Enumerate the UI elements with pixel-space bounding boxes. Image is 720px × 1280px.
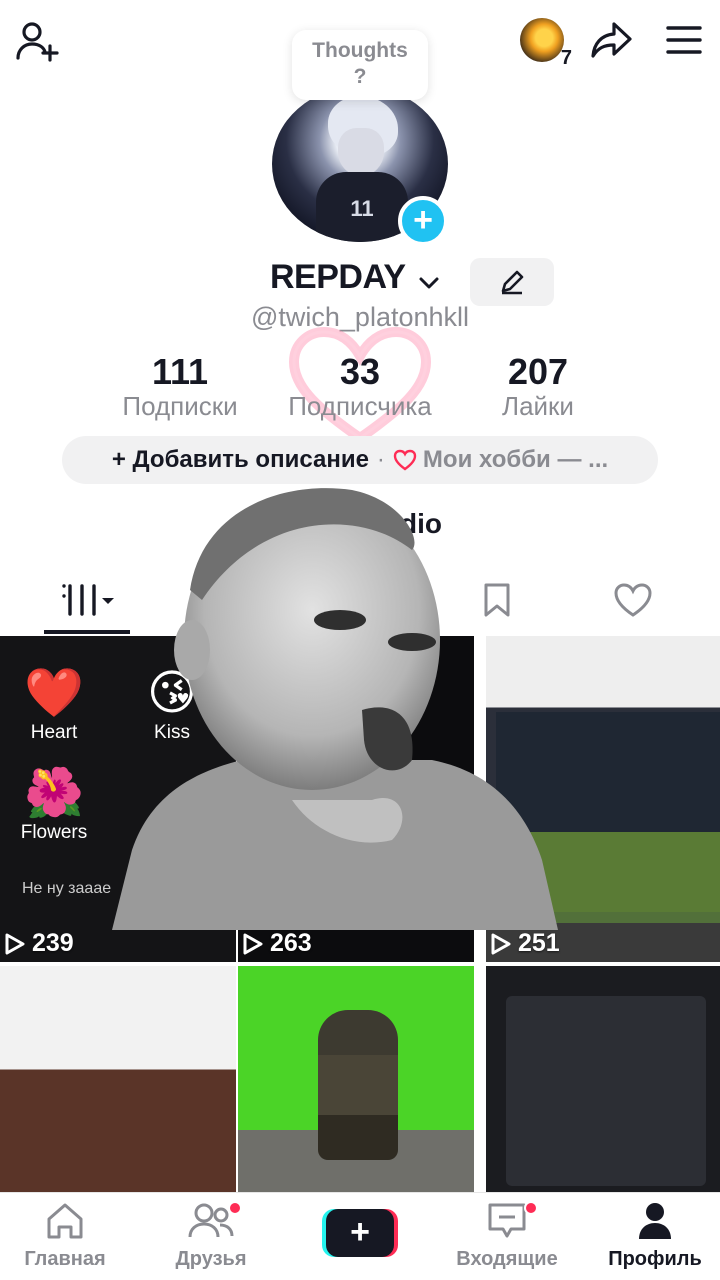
- video-thumbnail[interactable]: [238, 966, 474, 1196]
- emoji-sticker-heart: ❤️ Heart: [16, 666, 92, 744]
- play-icon: [5, 933, 25, 954]
- notification-dot: [524, 1201, 538, 1215]
- edit-profile-button[interactable]: [470, 258, 554, 306]
- stats-row: 111 Подписки 33 Подписчика 207 Лайки: [0, 352, 720, 422]
- thumbnail-figure: [318, 1010, 398, 1160]
- nav-inbox[interactable]: Входящие: [442, 1201, 572, 1271]
- heart-icon: [614, 583, 652, 617]
- video-caption: Не ну зааае: [22, 880, 112, 897]
- view-count-value: 239: [32, 929, 74, 957]
- nav-label: Входящие: [456, 1248, 558, 1270]
- video-thumbnail[interactable]: [486, 966, 720, 1196]
- avatar-jersey: 11: [316, 172, 408, 242]
- stat-value: 111: [151, 351, 209, 392]
- stat-likes[interactable]: 207 Лайки: [438, 351, 638, 421]
- share-icon[interactable]: [586, 16, 638, 64]
- nav-label: Главная: [24, 1248, 106, 1270]
- stat-label: Подписки: [122, 391, 238, 421]
- stat-value: 33: [339, 351, 381, 392]
- emoji-label: Flowers: [20, 822, 88, 843]
- plus-icon: +: [326, 1209, 394, 1257]
- profile-handle: @twich_platonhkll: [250, 302, 470, 332]
- coin-image: [520, 18, 564, 62]
- name-row: REPDAY: [0, 258, 720, 308]
- tab-liked[interactable]: [606, 570, 660, 630]
- nav-profile[interactable]: Профиль: [590, 1201, 720, 1271]
- video-thumbnail[interactable]: [0, 966, 236, 1196]
- home-icon: [47, 1203, 83, 1239]
- nav-label: Профиль: [608, 1248, 702, 1270]
- nav-home[interactable]: Главная: [0, 1201, 130, 1271]
- bottom-nav: Главная Друзья + Входящие Профиль: [0, 1192, 720, 1280]
- pencil-icon: [501, 270, 524, 295]
- chevron-down-icon[interactable]: [416, 270, 442, 296]
- play-icon: [243, 933, 263, 954]
- grid-icon: [62, 584, 114, 616]
- baby-meme-sticker: [112, 488, 558, 930]
- coin-icon[interactable]: 7: [516, 16, 572, 69]
- emoji-sticker-flowers: 🌺 Flowers: [14, 766, 94, 844]
- notification-dot: [228, 1201, 242, 1215]
- emoji-glyph: ❤️: [24, 667, 84, 720]
- view-count: 263: [242, 929, 312, 958]
- stat-label: Подписчика: [288, 391, 432, 421]
- stat-value: 207: [507, 351, 569, 392]
- avatar-face: [338, 128, 384, 176]
- view-count-value: 263: [270, 929, 312, 957]
- stat-label: Лайки: [502, 391, 574, 421]
- profile-name[interactable]: REPDAY: [270, 258, 406, 297]
- stat-following[interactable]: 111 Подписки: [80, 351, 280, 421]
- thumbnail-screen: [506, 996, 706, 1186]
- view-count-value: 251: [518, 929, 560, 957]
- heart-outline-icon: [393, 449, 417, 471]
- profile-icon: [639, 1203, 671, 1239]
- coin-count: 7: [560, 47, 572, 69]
- stat-followers[interactable]: 33 Подписчика: [260, 351, 460, 421]
- emoji-glyph: 🌺: [24, 767, 84, 820]
- thoughts-question: ?: [353, 65, 367, 88]
- add-story-plus-icon[interactable]: +: [398, 196, 448, 246]
- nav-friends[interactable]: Друзья: [146, 1201, 276, 1271]
- nav-label: Друзья: [175, 1248, 247, 1270]
- thoughts-text: Thoughts: [312, 39, 408, 62]
- menu-icon[interactable]: [658, 16, 710, 64]
- emoji-label: Heart: [30, 722, 78, 743]
- view-count: 239: [4, 929, 74, 958]
- play-icon: [491, 933, 511, 954]
- create-button[interactable]: +: [322, 1209, 398, 1257]
- inbox-icon: [488, 1203, 526, 1238]
- add-friend-icon[interactable]: [10, 14, 64, 68]
- thoughts-bubble[interactable]: Thoughts ?: [292, 30, 428, 100]
- view-count: 251: [490, 929, 560, 958]
